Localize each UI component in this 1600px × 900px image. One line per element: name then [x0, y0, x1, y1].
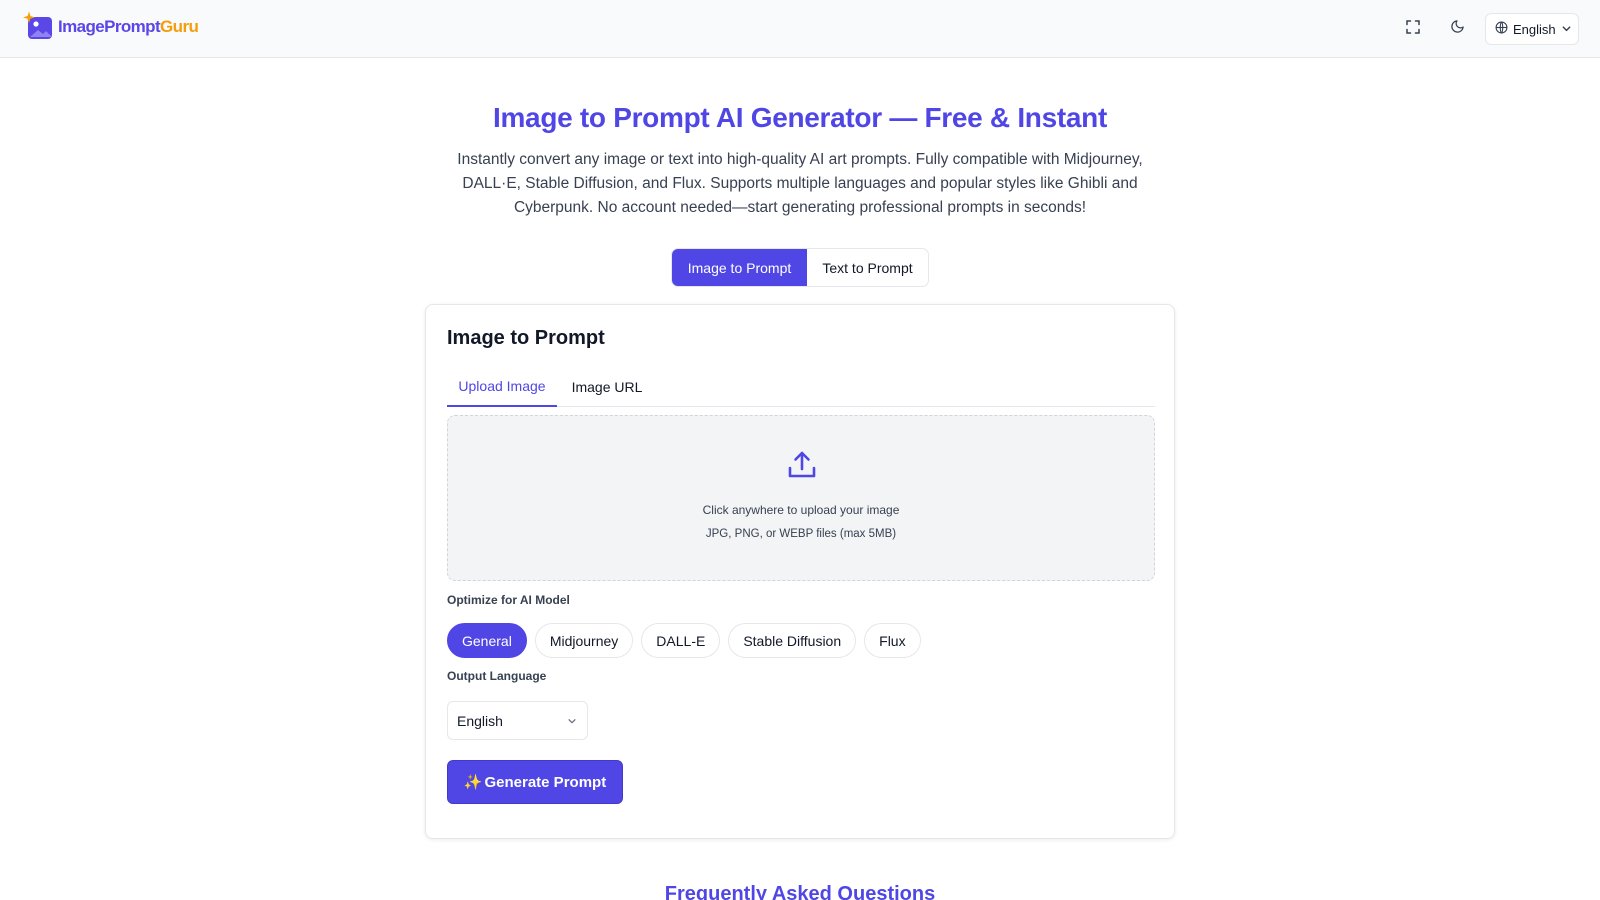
globe-icon — [1495, 21, 1508, 37]
tab-image-to-prompt[interactable]: Image to Prompt — [672, 249, 807, 286]
generate-prompt-button[interactable]: ✨ Generate Prompt — [447, 760, 623, 804]
upload-icon — [786, 449, 818, 481]
logo-wordmark-part1: ImagePrompt — [58, 17, 161, 36]
faq-section-title: Frequently Asked Questions — [664, 883, 936, 900]
upload-mode-tabs: Upload Image Image URL — [447, 367, 1155, 407]
tab-text-to-prompt[interactable]: Text to Prompt — [807, 249, 928, 286]
logo-wordmark: ImagePromptGuru — [58, 17, 199, 37]
tab-image-url[interactable]: Image URL — [557, 367, 657, 407]
model-option-general[interactable]: General — [447, 623, 527, 658]
image-sparkle-logo-icon — [22, 11, 54, 43]
model-section-label: Optimize for AI Model — [447, 593, 570, 607]
chevron-down-icon — [1561, 22, 1572, 37]
top-navbar: ImagePromptGuru English — [0, 0, 1600, 58]
chevron-down-icon — [567, 713, 577, 729]
site-logo[interactable]: ImagePromptGuru — [22, 11, 199, 43]
model-options: General Midjourney DALL-E Stable Diffusi… — [447, 623, 921, 658]
page-description: Instantly convert any image or text into… — [457, 151, 1143, 216]
moon-icon — [1450, 19, 1465, 39]
model-option-midjourney[interactable]: Midjourney — [534, 623, 634, 658]
fullscreen-icon — [1406, 19, 1420, 39]
output-language-select[interactable]: English — [447, 701, 588, 740]
language-selector[interactable]: English — [1485, 13, 1579, 45]
fullscreen-button[interactable] — [1398, 14, 1428, 44]
tab-upload-image[interactable]: Upload Image — [447, 367, 557, 407]
sparkles-icon: ✨ — [463, 774, 483, 791]
image-upload-dropzone[interactable]: Click anywhere to upload your image JPG,… — [447, 415, 1155, 581]
theme-toggle-button[interactable] — [1442, 14, 1472, 44]
upload-instructions: Click anywhere to upload your image — [702, 503, 900, 517]
model-option-stable-diffusion[interactable]: Stable Diffusion — [728, 623, 857, 658]
mode-switch: Image to Prompt Text to Prompt — [671, 248, 929, 287]
output-language-label: Output Language — [447, 669, 547, 683]
model-option-dall-e[interactable]: DALL-E — [641, 623, 721, 658]
language-selector-label: English — [1513, 21, 1556, 37]
card-title: Image to Prompt — [447, 327, 605, 349]
generate-prompt-label: Generate Prompt — [484, 773, 607, 791]
output-language-value: English — [457, 712, 503, 729]
model-option-flux[interactable]: Flux — [864, 623, 921, 658]
upload-file-requirements: JPG, PNG, or WEBP files (max 5MB) — [705, 528, 897, 540]
logo-wordmark-part2: Guru — [160, 17, 199, 36]
page-title: Image to Prompt AI Generator — Free & In… — [492, 102, 1107, 133]
image-to-prompt-card: Image to Prompt Upload Image Image URL C… — [425, 304, 1175, 839]
